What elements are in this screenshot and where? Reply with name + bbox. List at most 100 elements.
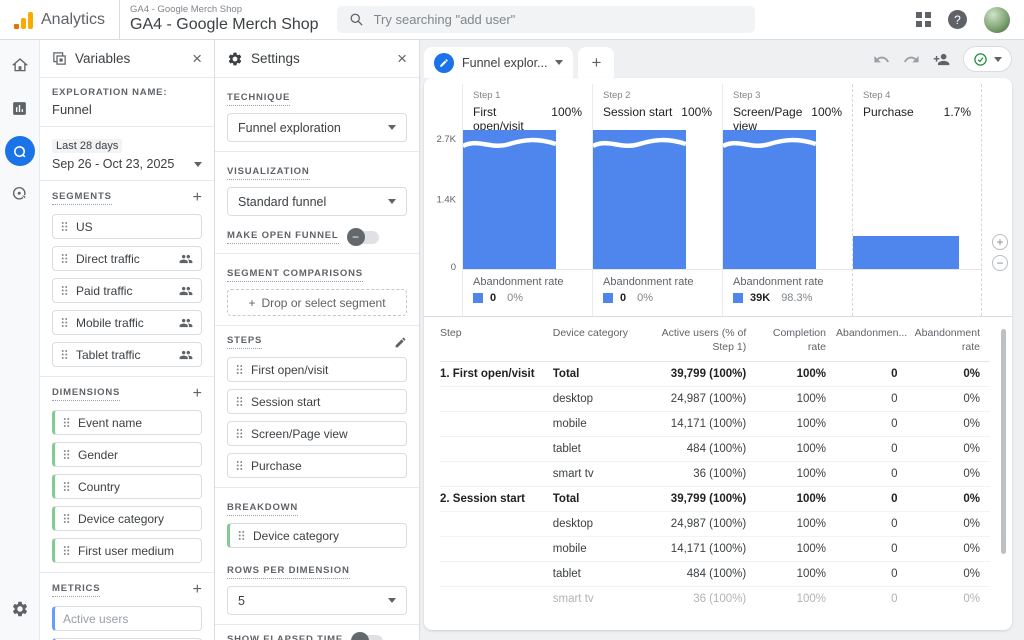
exploration-name-value[interactable]: Funnel — [52, 102, 202, 117]
funnel-step-column[interactable]: Step 1 First open/visit 100% — [462, 84, 592, 316]
cell-abandonments: 0 — [836, 562, 908, 587]
home-icon[interactable] — [5, 50, 35, 80]
metric-chip[interactable]: Active users — [52, 606, 202, 631]
drag-handle-icon — [238, 530, 245, 541]
visualization-label: VISUALIZATION — [227, 166, 310, 180]
funnel-step-column[interactable]: Step 4 Purchase 1.7% — [852, 84, 982, 316]
redo-icon[interactable] — [903, 51, 920, 68]
step-percentage: 1.7% — [944, 105, 971, 119]
abandonment-rate-label: Abandonment rate — [603, 276, 712, 288]
rows-per-dimension-select[interactable]: 5 — [227, 586, 407, 615]
breakdown-label: BREAKDOWN — [227, 502, 298, 516]
step-chip[interactable]: Session start — [227, 389, 407, 414]
step-name: Screen/Page view — [733, 105, 807, 133]
cell-abandonments: 0 — [836, 387, 908, 412]
col-header-step[interactable]: Step — [440, 317, 553, 362]
step-chip[interactable]: First open/visit — [227, 357, 407, 382]
chevron-down-icon — [555, 60, 563, 65]
segment-chip-label: US — [76, 220, 93, 234]
step-chip-label: Purchase — [251, 459, 302, 473]
dimensions-section: DIMENSIONS + Event name Gender — [40, 377, 214, 573]
cell-abandonment-rate: 0% — [908, 387, 991, 412]
technique-label: TECHNIQUE — [227, 92, 290, 106]
metric-chip-label: Active users — [63, 612, 128, 626]
apps-grid-icon[interactable] — [916, 12, 931, 27]
visualization-select[interactable]: Standard funnel — [227, 187, 407, 216]
add-metric-icon[interactable]: + — [193, 582, 202, 598]
analytics-brand[interactable]: Analytics — [0, 11, 119, 29]
step-chip-label: Session start — [251, 395, 320, 409]
chevron-down-icon — [388, 125, 396, 130]
col-header-device-category[interactable]: Device category — [553, 317, 649, 362]
zoom-out-icon[interactable]: − — [992, 255, 1008, 271]
elapsed-time-toggle[interactable]: − — [353, 635, 383, 640]
close-settings-icon[interactable]: × — [397, 50, 407, 67]
account-switcher[interactable]: GA4 - Google Merch Shop GA4 - Google Mer… — [120, 5, 319, 33]
add-dimension-icon[interactable]: + — [193, 386, 202, 402]
dimension-chip[interactable]: Event name — [52, 410, 202, 435]
dimension-chip-label: Event name — [78, 416, 142, 430]
col-header-abandonment-rate[interactable]: Abandonment rate — [908, 317, 991, 362]
segment-chip[interactable]: US — [52, 214, 202, 239]
explore-icon[interactable] — [5, 136, 35, 166]
dimension-chip[interactable]: Gender — [52, 442, 202, 467]
step-percentage: 100% — [811, 105, 842, 119]
technique-select[interactable]: Funnel exploration — [227, 113, 407, 142]
variables-title: Variables — [75, 51, 130, 66]
funnel-step-column[interactable]: Step 2 Session start 100% — [592, 84, 722, 316]
cell-abandonment-rate: 0% — [908, 537, 991, 562]
table-scrollbar[interactable] — [1001, 329, 1006, 554]
search-input[interactable] — [374, 12, 743, 27]
segment-chip[interactable]: Direct traffic — [52, 246, 202, 271]
date-preset-chip[interactable]: Last 28 days — [52, 139, 122, 153]
dimension-chip-label: First user medium — [78, 544, 174, 558]
cell-active-users: 36 (100%) — [649, 587, 756, 611]
step-number-label: Step 3 — [733, 90, 842, 101]
col-header-abandonments[interactable]: Abandonmen... — [836, 317, 908, 362]
cell-abandonment-rate: 0% — [908, 587, 991, 611]
cell-device: tablet — [553, 437, 649, 462]
dimension-chip[interactable]: Country — [52, 474, 202, 499]
add-segment-icon[interactable]: + — [193, 190, 202, 206]
new-tab-button[interactable]: + — [578, 47, 614, 78]
open-funnel-toggle[interactable]: − — [349, 231, 379, 244]
settings-gear-icon — [227, 51, 243, 67]
edit-steps-pencil-icon[interactable] — [394, 336, 407, 349]
cell-abandonment-rate: 0% — [908, 437, 991, 462]
analytics-logo-icon — [14, 11, 33, 29]
tab-funnel-exploration[interactable]: Funnel explor... — [424, 47, 573, 78]
search-bar[interactable] — [337, 6, 755, 33]
breakdown-chip[interactable]: Device category — [227, 523, 407, 548]
funnel-step-column[interactable]: Step 3 Screen/Page view 100% — [722, 84, 852, 316]
abandonment-value: 39K — [750, 292, 770, 304]
drag-handle-icon — [61, 285, 68, 296]
step-chip[interactable]: Screen/Page view — [227, 421, 407, 446]
share-user-icon[interactable] — [933, 51, 950, 68]
help-icon[interactable]: ? — [948, 10, 967, 29]
step-chip-label: First open/visit — [251, 363, 328, 377]
undo-icon[interactable] — [873, 51, 890, 68]
step-chip[interactable]: Purchase — [227, 453, 407, 478]
segments-section: SEGMENTS + US Direct traffic — [40, 181, 214, 377]
chevron-down-icon — [388, 598, 396, 603]
dimension-chip[interactable]: First user medium — [52, 538, 202, 563]
chevron-down-icon — [994, 57, 1002, 62]
saved-status-button[interactable] — [963, 46, 1012, 72]
funnel-bar[interactable] — [853, 236, 959, 269]
close-variables-icon[interactable]: × — [192, 50, 202, 67]
dimension-chip[interactable]: Device category — [52, 506, 202, 531]
drop-segment-zone[interactable]: + Drop or select segment — [227, 289, 407, 316]
admin-gear-icon[interactable] — [5, 594, 35, 624]
segment-chip[interactable]: Paid traffic — [52, 278, 202, 303]
avatar[interactable] — [984, 7, 1010, 33]
advertising-icon[interactable] — [5, 179, 35, 209]
cell-device: mobile — [553, 412, 649, 437]
reports-icon[interactable] — [5, 93, 35, 123]
segment-chip[interactable]: Tablet traffic — [52, 342, 202, 367]
col-header-active-users[interactable]: Active users (% of Step 1) — [649, 317, 756, 362]
segment-chip[interactable]: Mobile traffic — [52, 310, 202, 335]
date-range-section[interactable]: Last 28 days Sep 26 - Oct 23, 2025 — [40, 127, 214, 181]
zoom-in-icon[interactable]: + — [992, 234, 1008, 250]
col-header-completion-rate[interactable]: Completion rate — [756, 317, 836, 362]
nav-rail — [0, 40, 40, 640]
